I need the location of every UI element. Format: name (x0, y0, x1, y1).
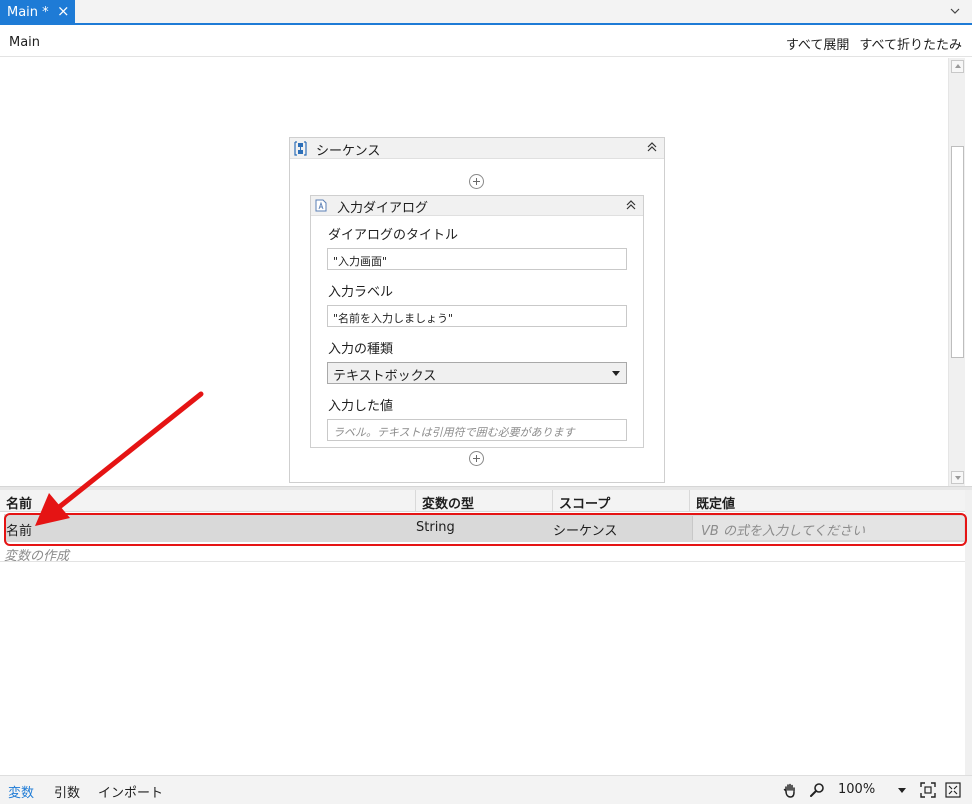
dialog-title-label: ダイアログのタイトル (328, 228, 459, 243)
add-icon[interactable] (469, 174, 484, 189)
column-header-type[interactable]: 変数の型 (416, 490, 553, 512)
column-header-default[interactable]: 既定値 (690, 490, 965, 512)
collapse-all-button[interactable]: すべて折りたたみ (859, 34, 962, 53)
collapse-icon[interactable] (646, 141, 658, 153)
column-header-name[interactable]: 名前 (0, 490, 416, 512)
input-dialog-header[interactable]: 入力ダイアログ (311, 196, 643, 216)
highlight-box (4, 513, 967, 546)
column-header-scope[interactable]: スコープ (553, 490, 690, 512)
result-label: 入力した値 (328, 399, 394, 414)
expand-all-button[interactable]: すべて展開 (786, 34, 850, 53)
close-icon[interactable]: × (57, 4, 70, 19)
collapse-icon[interactable] (625, 199, 637, 211)
bottom-toolbar: 変数 引数 インポート 100% (0, 775, 972, 804)
chevron-down-icon[interactable] (898, 788, 906, 793)
designer-vertical-scrollbar[interactable] (948, 58, 965, 486)
tab-imports[interactable]: インポート (98, 782, 163, 801)
fit-to-screen-icon[interactable] (920, 782, 936, 798)
zoom-level[interactable]: 100% (838, 782, 875, 797)
breadcrumb-bar: Main すべて展開 すべて折りたたみ (0, 27, 972, 57)
input-type-value: テキストボックス (333, 369, 437, 384)
scroll-down-button[interactable] (951, 471, 964, 484)
variables-header: 名前 変数の型 スコープ 既定値 (0, 490, 965, 512)
chevron-down-icon (612, 371, 620, 376)
search-icon[interactable] (809, 782, 825, 798)
tab-arguments[interactable]: 引数 (54, 782, 80, 801)
sequence-icon (294, 141, 307, 156)
input-dialog-icon (315, 199, 327, 212)
scroll-down-icon (955, 476, 961, 480)
add-icon[interactable] (469, 451, 484, 466)
sequence-activity[interactable]: シーケンス 入力ダイアログ ダイアログのタイトル "入力画面" 入力ラベル "名… (289, 137, 665, 483)
sequence-title: シーケンス (316, 144, 381, 159)
sequence-header[interactable]: シーケンス (290, 138, 664, 159)
input-type-select[interactable]: テキストボックス (327, 362, 627, 384)
tab-main-label: Main * (7, 5, 49, 20)
breadcrumb[interactable]: Main (9, 35, 40, 50)
scroll-up-icon (955, 64, 961, 68)
tab-main[interactable]: Main * × (0, 0, 75, 25)
overview-icon[interactable] (945, 782, 961, 798)
input-label-field[interactable]: "名前を入力しましょう" (327, 305, 627, 327)
dialog-title-field[interactable]: "入力画面" (327, 248, 627, 270)
divider (0, 561, 965, 562)
tab-variables[interactable]: 変数 (8, 782, 34, 801)
input-label-label: 入力ラベル (328, 285, 394, 300)
chevron-down-icon[interactable] (948, 4, 962, 18)
hand-icon[interactable] (782, 782, 798, 798)
document-tab-strip: Main * × (0, 0, 972, 25)
scroll-thumb[interactable] (951, 146, 964, 358)
breadcrumb-actions: すべて展開 すべて折りたたみ (786, 34, 962, 53)
input-type-label: 入力の種類 (328, 342, 394, 357)
result-field[interactable]: ラベル。テキストは引用符で囲む必要があります (327, 419, 627, 441)
input-dialog-title: 入力ダイアログ (337, 201, 429, 216)
input-dialog-activity[interactable]: 入力ダイアログ ダイアログのタイトル "入力画面" 入力ラベル "名前を入力しま… (310, 195, 644, 448)
scroll-up-button[interactable] (951, 60, 964, 73)
